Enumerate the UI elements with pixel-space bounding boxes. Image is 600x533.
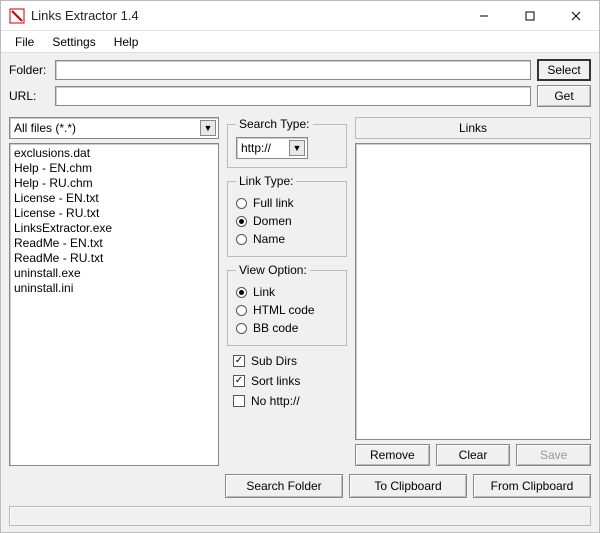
view-option-group: View Option: Link HTML code BB code	[227, 263, 347, 346]
menubar: File Settings Help	[1, 31, 599, 53]
app-icon	[9, 8, 25, 24]
status-bar	[9, 506, 591, 526]
radio-label: Domen	[253, 214, 292, 228]
titlebar: Links Extractor 1.4	[1, 1, 599, 31]
checkbox-label: Sort links	[251, 374, 300, 388]
get-url-button[interactable]: Get	[537, 85, 591, 107]
checkbox-sub-dirs[interactable]: ✓ Sub Dirs	[233, 352, 347, 370]
list-item[interactable]: ReadMe - EN.txt	[14, 236, 214, 251]
radio-icon	[236, 234, 247, 245]
search-folder-button[interactable]: Search Folder	[225, 474, 343, 498]
file-filter-value: All files (*.*)	[14, 121, 76, 135]
url-label: URL:	[9, 89, 49, 103]
list-item[interactable]: LinksExtractor.exe	[14, 221, 214, 236]
menu-settings[interactable]: Settings	[44, 33, 103, 51]
from-clipboard-button[interactable]: From Clipboard	[473, 474, 591, 498]
radio-icon	[236, 305, 247, 316]
checkbox-icon	[233, 395, 245, 407]
file-filter-select[interactable]: All files (*.*) ▼	[9, 117, 219, 139]
radio-icon	[236, 323, 247, 334]
radio-option[interactable]: HTML code	[236, 301, 338, 319]
list-item[interactable]: Help - RU.chm	[14, 176, 214, 191]
minimize-button[interactable]	[461, 1, 507, 30]
radio-icon	[236, 198, 247, 209]
radio-label: HTML code	[253, 303, 315, 317]
select-folder-button[interactable]: Select	[537, 59, 591, 81]
radio-option[interactable]: Full link	[236, 194, 338, 212]
checkbox-icon: ✓	[233, 355, 245, 367]
view-option-legend: View Option:	[236, 263, 310, 277]
search-type-legend: Search Type:	[236, 117, 313, 131]
folder-label: Folder:	[9, 63, 49, 77]
list-item[interactable]: License - EN.txt	[14, 191, 214, 206]
link-type-group: Link Type: Full link Domen Name	[227, 174, 347, 257]
link-type-legend: Link Type:	[236, 174, 296, 188]
radio-icon	[236, 287, 247, 298]
close-button[interactable]	[553, 1, 599, 30]
radio-label: BB code	[253, 321, 298, 335]
file-list[interactable]: exclusions.datHelp - EN.chmHelp - RU.chm…	[9, 143, 219, 466]
radio-label: Full link	[253, 196, 294, 210]
clear-button[interactable]: Clear	[436, 444, 511, 466]
menu-file[interactable]: File	[7, 33, 42, 51]
links-header: Links	[355, 117, 591, 139]
radio-option[interactable]: Name	[236, 230, 338, 248]
list-item[interactable]: Help - EN.chm	[14, 161, 214, 176]
list-item[interactable]: uninstall.ini	[14, 281, 214, 296]
menu-help[interactable]: Help	[106, 33, 147, 51]
checkbox-label: Sub Dirs	[251, 354, 297, 368]
radio-option[interactable]: BB code	[236, 319, 338, 337]
search-type-value: http://	[241, 141, 271, 155]
checkbox-sort-links[interactable]: ✓ Sort links	[233, 372, 347, 390]
radio-icon	[236, 216, 247, 227]
radio-label: Link	[253, 285, 275, 299]
to-clipboard-button[interactable]: To Clipboard	[349, 474, 467, 498]
radio-option[interactable]: Link	[236, 283, 338, 301]
radio-label: Name	[253, 232, 285, 246]
search-type-select[interactable]: http:// ▼	[236, 137, 308, 159]
list-item[interactable]: License - RU.txt	[14, 206, 214, 221]
links-list[interactable]	[355, 143, 591, 440]
app-window: Links Extractor 1.4 File Settings Help F…	[0, 0, 600, 533]
chevron-down-icon: ▼	[289, 140, 305, 156]
list-item[interactable]: ReadMe - RU.txt	[14, 251, 214, 266]
maximize-button[interactable]	[507, 1, 553, 30]
list-item[interactable]: uninstall.exe	[14, 266, 214, 281]
remove-button[interactable]: Remove	[355, 444, 430, 466]
radio-option[interactable]: Domen	[236, 212, 338, 230]
checkbox-label: No http://	[251, 394, 300, 408]
window-title: Links Extractor 1.4	[31, 8, 461, 23]
checkbox-no-http[interactable]: No http://	[233, 392, 347, 410]
save-button[interactable]: Save	[516, 444, 591, 466]
checkbox-icon: ✓	[233, 375, 245, 387]
chevron-down-icon: ▼	[200, 120, 216, 136]
checkbox-group: ✓ Sub Dirs ✓ Sort links No http://	[227, 352, 347, 410]
folder-input[interactable]	[55, 60, 531, 80]
url-input[interactable]	[55, 86, 531, 106]
search-type-group: Search Type: http:// ▼	[227, 117, 347, 168]
list-item[interactable]: exclusions.dat	[14, 146, 214, 161]
client-area: Folder: Select URL: Get All files (*.*) …	[1, 53, 599, 532]
